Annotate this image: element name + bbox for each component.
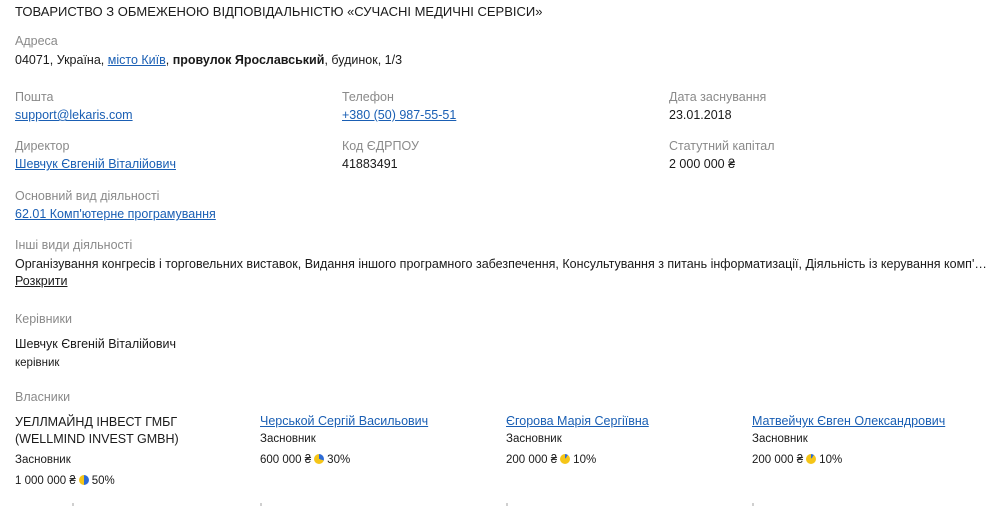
manager-name: Шевчук Євгеній Віталійович bbox=[15, 337, 176, 351]
capital-label: Статутний капітал bbox=[669, 139, 775, 153]
address-comma: , bbox=[165, 53, 170, 67]
main-activity-label: Основний вид діяльності bbox=[15, 189, 160, 203]
address-prefix: 04071, Україна, bbox=[15, 53, 105, 67]
manager-role: керівник bbox=[15, 357, 60, 369]
address-city-link[interactable]: місто Київ bbox=[108, 53, 166, 67]
address-suffix: , будинок, 1/3 bbox=[324, 53, 403, 67]
director-link[interactable]: Шевчук Євгеній Віталійович bbox=[15, 157, 176, 171]
email-label: Пошта bbox=[15, 90, 54, 104]
owner-role: Засновник bbox=[15, 454, 71, 466]
company-title: ТОВАРИСТВО З ОБМЕЖЕНОЮ ВІДПОВІДАЛЬНІСТЮ … bbox=[15, 4, 543, 19]
owner-role: Засновник bbox=[260, 433, 316, 445]
main-activity-link[interactable]: 62.01 Комп'ютерне програмування bbox=[15, 207, 216, 221]
owner-name: УЕЛЛМАЙНД ІНВЕСТ ГМБГ (WELLMIND INVEST G… bbox=[15, 415, 179, 446]
address-label: Адреса bbox=[15, 34, 58, 48]
owner-name-link[interactable]: Черськой Сергій Васильович bbox=[260, 414, 428, 428]
founded-label: Дата заснування bbox=[669, 90, 767, 104]
owner-percent: 10% bbox=[819, 454, 843, 466]
owner-percent: 50% bbox=[91, 475, 115, 487]
share-pie-icon bbox=[560, 454, 571, 464]
other-activities-label: Інші види діяльності bbox=[15, 238, 133, 252]
director-label: Директор bbox=[15, 139, 70, 153]
edrpou-label: Код ЄДРПОУ bbox=[342, 139, 419, 153]
owner-amount: 600 000 ₴ bbox=[260, 454, 312, 466]
founded-value: 23.01.2018 bbox=[669, 108, 732, 122]
email-link[interactable]: support@lekaris.com bbox=[15, 108, 133, 122]
phone-link[interactable]: +380 (50) 987-55-51 bbox=[342, 108, 456, 122]
expand-link[interactable]: Розкрити bbox=[15, 274, 67, 288]
edrpou-value: 41883491 bbox=[342, 157, 398, 171]
address-value: 04071, Україна, місто Київ, провулок Яро… bbox=[15, 53, 402, 67]
share-pie-icon bbox=[314, 454, 325, 464]
owner-amount: 200 000 ₴ bbox=[506, 454, 558, 466]
owners-label: Власники bbox=[15, 390, 71, 404]
owner-amount: 200 000 ₴ bbox=[752, 454, 804, 466]
owner-role: Засновник bbox=[506, 433, 562, 445]
owner-share: 200 000 ₴ 10% bbox=[506, 454, 596, 466]
owner-amount: 1 000 000 ₴ bbox=[15, 475, 76, 487]
managers-label: Керівники bbox=[15, 312, 72, 326]
share-pie-icon bbox=[78, 475, 89, 485]
capital-value: 2 000 000 ₴ bbox=[669, 157, 736, 171]
owner-name-link[interactable]: Єгорова Марія Сергіївна bbox=[506, 414, 649, 428]
owner-name-link[interactable]: Матвейчук Євген Олександрович bbox=[752, 414, 945, 428]
share-pie-icon bbox=[806, 454, 817, 464]
owner-share: 1 000 000 ₴ 50% bbox=[15, 475, 115, 487]
owner-percent: 30% bbox=[327, 454, 351, 466]
other-activities-value: Організування конгресів і торговельних в… bbox=[15, 257, 990, 271]
phone-label: Телефон bbox=[342, 90, 394, 104]
owner-percent: 10% bbox=[573, 454, 597, 466]
owner-role: Засновник bbox=[752, 433, 808, 445]
address-street: провулок Ярославський bbox=[172, 53, 325, 67]
owner-share: 600 000 ₴ 30% bbox=[260, 454, 350, 466]
owner-share: 200 000 ₴ 10% bbox=[752, 454, 842, 466]
